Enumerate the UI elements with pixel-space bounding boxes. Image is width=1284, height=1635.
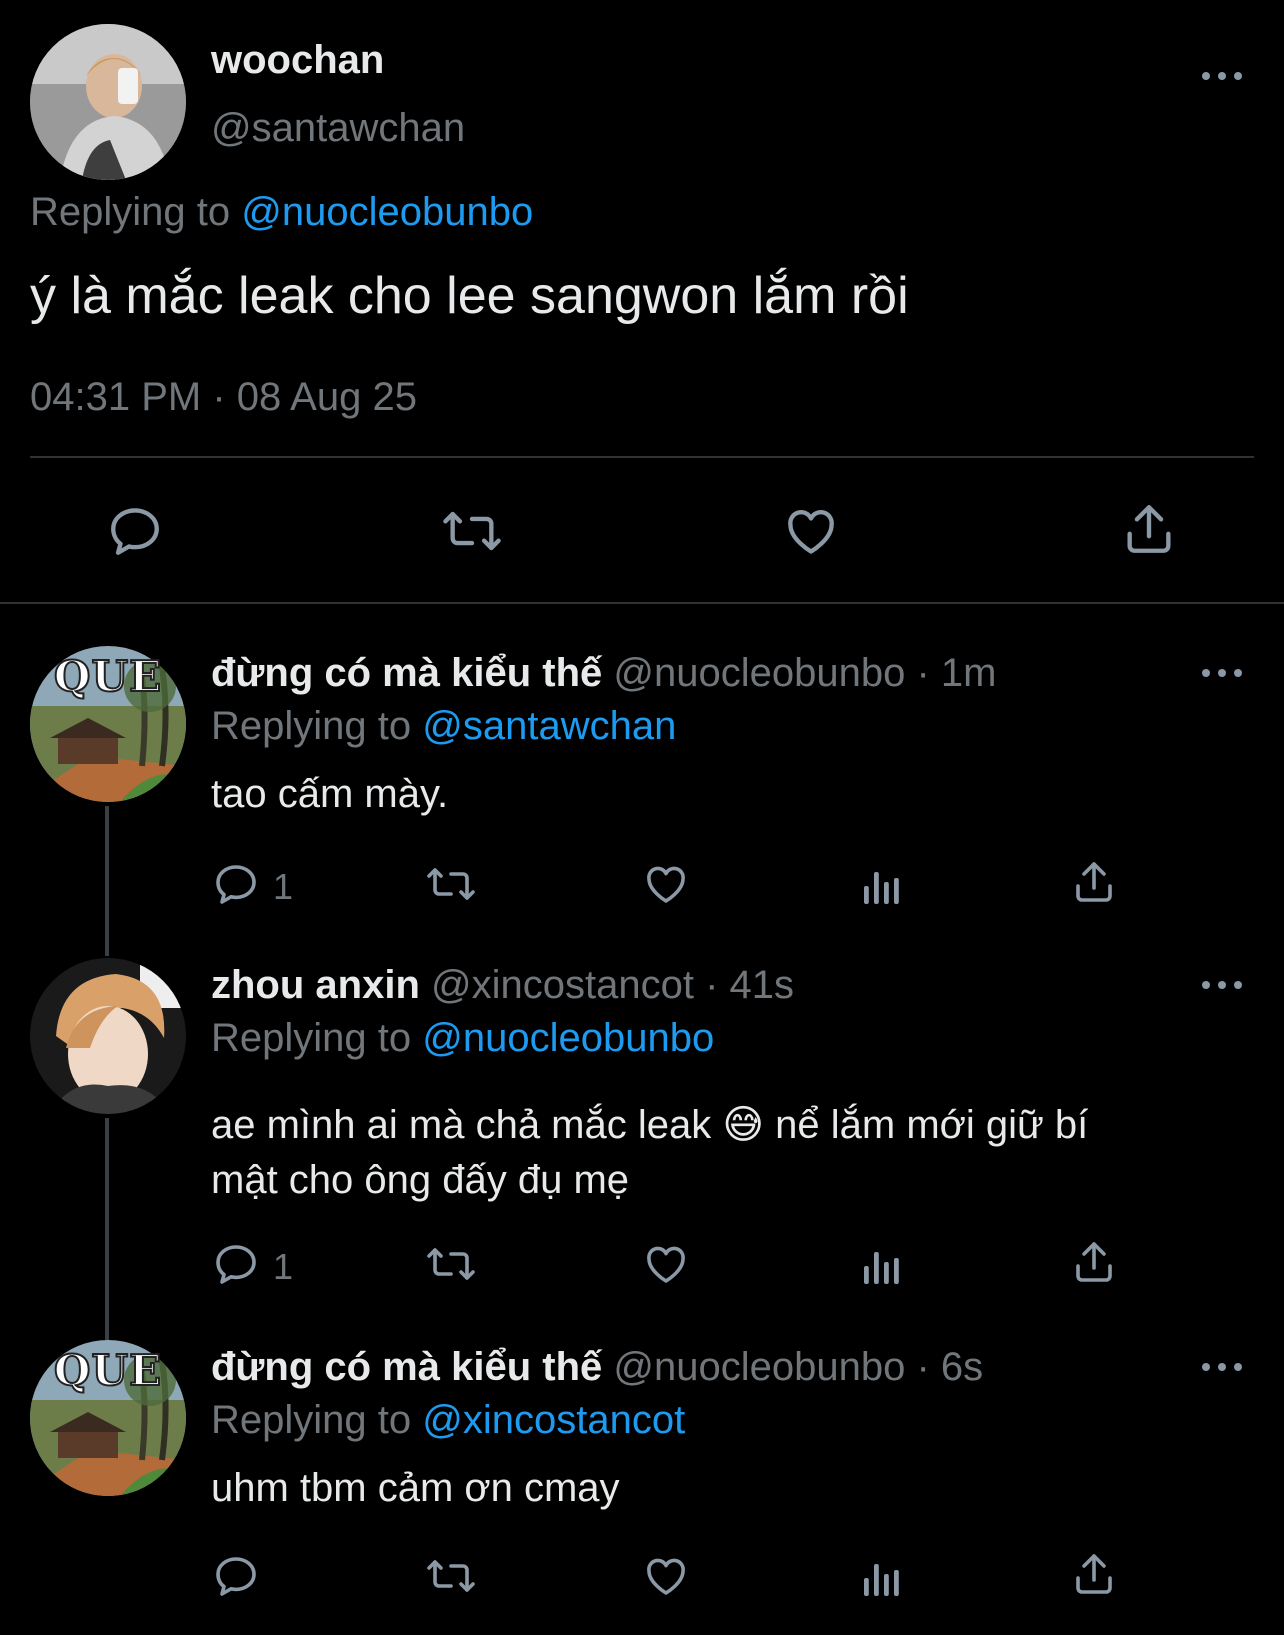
- replying-to-link[interactable]: @nuocleobunbo: [241, 190, 533, 234]
- share-icon[interactable]: [1070, 1238, 1118, 1286]
- more-icon[interactable]: [1202, 663, 1242, 683]
- reply3-replying-line: Replying to @xincostancot: [211, 1398, 685, 1443]
- like-icon[interactable]: [642, 1552, 690, 1600]
- replying-to-link[interactable]: @santawchan: [422, 704, 676, 748]
- reply1-meta[interactable]: @nuocleobunbo · 1m: [613, 651, 996, 695]
- thread-line: [105, 1118, 109, 1340]
- reply1-display-name[interactable]: đừng có mà kiểu thế: [211, 651, 602, 695]
- reply2-text: ae mình ai mà chả mắc leak 😅 nể lắm mới …: [211, 1098, 1088, 1208]
- reply3-text: uhm tbm cảm ơn cmay: [211, 1466, 620, 1510]
- retweet-icon[interactable]: [424, 1552, 478, 1600]
- views-icon[interactable]: [858, 1242, 906, 1290]
- views-icon[interactable]: [858, 1554, 906, 1602]
- main-handle[interactable]: @santawchan: [211, 106, 465, 151]
- retweet-icon[interactable]: [424, 860, 478, 908]
- reply2-text-line1: ae mình ai mà chả mắc leak 😅 nể lắm mới …: [211, 1103, 1089, 1147]
- more-icon[interactable]: [1202, 66, 1242, 86]
- share-icon[interactable]: [1070, 1550, 1118, 1598]
- like-icon[interactable]: [642, 1240, 690, 1288]
- avatar-woochan[interactable]: [30, 24, 186, 180]
- retweet-icon[interactable]: [424, 1240, 478, 1288]
- avatar-caption: QUE: [53, 651, 163, 702]
- share-icon[interactable]: [1070, 858, 1118, 906]
- share-icon[interactable]: [1120, 500, 1178, 558]
- more-icon[interactable]: [1202, 975, 1242, 995]
- main-tweet-text: ý là mắc leak cho lee sangwon lắm rồi: [30, 267, 909, 325]
- reply-icon[interactable]: [212, 1240, 260, 1288]
- reply3-meta[interactable]: @nuocleobunbo · 6s: [613, 1345, 983, 1389]
- retweet-icon[interactable]: [440, 502, 504, 560]
- avatar-xincostancot[interactable]: [30, 958, 186, 1114]
- main-divider: [30, 456, 1254, 458]
- reply1-replying-line: Replying to @santawchan: [211, 704, 676, 749]
- avatar-caption: QUE: [53, 1345, 163, 1396]
- main-timestamp[interactable]: 04:31 PM · 08 Aug 25: [30, 375, 417, 420]
- reply-count: 1: [273, 1246, 294, 1287]
- reply2-text-line2: mật cho ông đấy đụ mẹ: [211, 1158, 630, 1202]
- reply2-meta[interactable]: @xincostancot · 41s: [431, 963, 794, 1007]
- replying-to-link[interactable]: @nuocleobunbo: [422, 1016, 714, 1060]
- reply1-text: tao cấm mày.: [211, 772, 449, 816]
- main-display-name[interactable]: woochan: [211, 38, 384, 83]
- reply-count: 1: [273, 866, 294, 907]
- thread-line: [105, 806, 109, 956]
- reply3-display-name[interactable]: đừng có mà kiểu thế: [211, 1345, 602, 1389]
- reply-icon[interactable]: [212, 1552, 260, 1600]
- replying-prefix: Replying to: [30, 190, 231, 234]
- reply2-replying-line: Replying to @nuocleobunbo: [211, 1016, 714, 1061]
- reply-icon[interactable]: [106, 502, 164, 560]
- like-icon[interactable]: [782, 502, 840, 560]
- reply-icon[interactable]: [212, 860, 260, 908]
- replying-to-link[interactable]: @xincostancot: [422, 1398, 685, 1442]
- replying-prefix: Replying to: [211, 1016, 412, 1060]
- replying-prefix: Replying to: [211, 704, 412, 748]
- reply3-header: đừng có mà kiểu thế @nuocleobunbo · 6s: [211, 1345, 983, 1390]
- like-icon[interactable]: [642, 860, 690, 908]
- more-icon[interactable]: [1202, 1357, 1242, 1377]
- reply2-display-name[interactable]: zhou anxin: [211, 963, 420, 1007]
- views-icon[interactable]: [858, 862, 906, 910]
- replying-prefix: Replying to: [211, 1398, 412, 1442]
- reply1-header: đừng có mà kiểu thế @nuocleobunbo · 1m: [211, 651, 996, 696]
- reply2-header: zhou anxin @xincostancot · 41s: [211, 963, 794, 1008]
- section-divider: [0, 602, 1284, 604]
- main-replying-line: Replying to @nuocleobunbo: [30, 190, 533, 235]
